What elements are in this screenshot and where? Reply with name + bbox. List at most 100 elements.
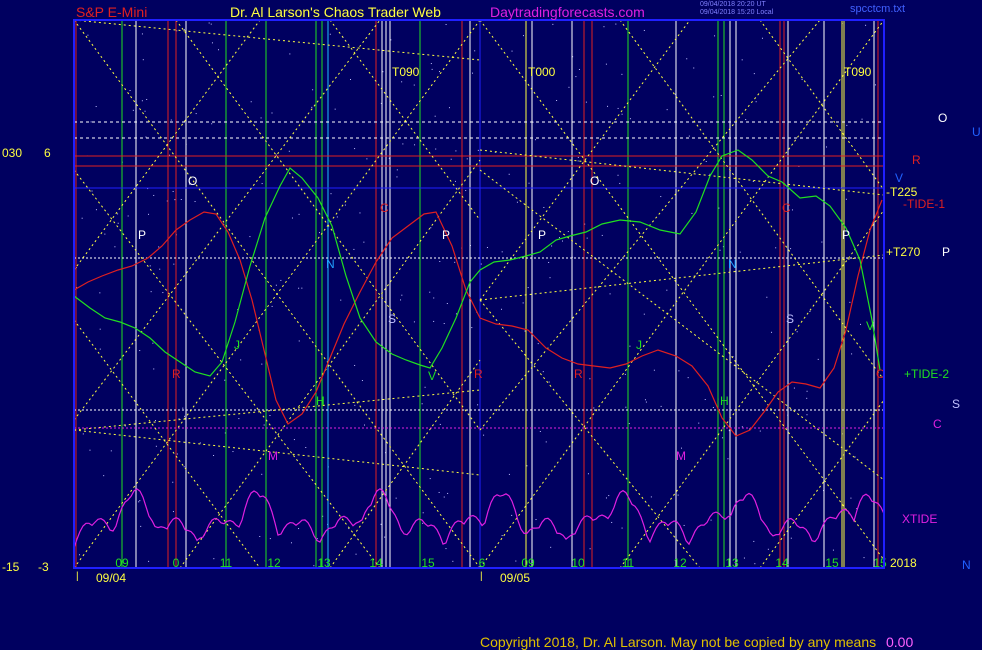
star-dot (601, 234, 603, 236)
star-dot (515, 560, 517, 562)
star-dot (466, 158, 468, 160)
star-dot (438, 71, 440, 73)
star-dot (139, 350, 141, 352)
star-dot (522, 35, 524, 37)
planet-marker-label: T000 (528, 65, 556, 79)
star-dot (704, 399, 706, 401)
star-dot (710, 519, 712, 521)
star-dot (211, 123, 213, 125)
star-dot (551, 245, 553, 247)
star-dot (666, 109, 668, 111)
star-dot (666, 289, 668, 291)
star-dot (850, 497, 852, 499)
planet-marker-label: P (442, 228, 450, 242)
star-dot (851, 353, 853, 355)
star-dot (480, 263, 482, 265)
star-dot (172, 190, 174, 192)
star-dot (402, 143, 404, 145)
star-dot (719, 249, 721, 251)
star-dot (501, 535, 503, 537)
star-dot (447, 492, 449, 494)
star-dot (446, 303, 448, 305)
star-dot (269, 415, 271, 417)
planet-marker-label: J (636, 338, 642, 352)
planet-marker-label: M (676, 449, 686, 463)
star-dot (330, 193, 332, 195)
planet-marker-label: O (590, 174, 599, 188)
right-series-label: +T270 (886, 245, 921, 259)
star-dot (516, 201, 518, 203)
y-axis-label-left: -3 (38, 560, 49, 574)
star-dot (421, 403, 423, 405)
star-dot (617, 174, 619, 176)
star-dot (183, 466, 185, 468)
star-dot (832, 549, 834, 551)
planet-marker-label: T090 (844, 65, 872, 79)
star-dot (141, 33, 143, 35)
star-dot (145, 136, 147, 138)
data-file-name: spcctcm.txt (850, 3, 906, 15)
star-dot (319, 232, 321, 234)
star-dot (754, 563, 756, 565)
star-dot (443, 323, 445, 325)
star-dot (567, 231, 569, 233)
x-date-label: 09/05 (500, 571, 530, 585)
star-dot (430, 63, 432, 65)
copyright-notice: Copyright 2018, Dr. Al Larson. May not b… (480, 634, 877, 650)
star-dot (396, 169, 398, 171)
star-dot (240, 359, 242, 361)
star-dot (501, 251, 503, 253)
star-dot (693, 67, 695, 69)
star-dot (280, 279, 282, 281)
star-dot (537, 343, 539, 345)
star-dot (745, 119, 747, 121)
planet-marker-label: P (138, 228, 146, 242)
star-dot (148, 560, 150, 562)
right-series-label: V (895, 171, 903, 185)
star-dot (826, 146, 828, 148)
star-dot (260, 117, 262, 119)
star-dot (577, 156, 579, 158)
star-dot (644, 399, 646, 401)
star-dot (91, 190, 93, 192)
chaos-chart: 030 6-15 -3 09 0 11 12 13 14 15 6 09 10 11 12 13 14 15 150… (2, 19, 981, 585)
planet-marker-label: C (380, 201, 389, 215)
planet-marker-label: J (234, 338, 240, 352)
star-dot (465, 190, 467, 192)
star-dot (448, 107, 450, 109)
star-dot (117, 213, 119, 215)
planet-marker-label: R (474, 367, 483, 381)
star-dot (585, 101, 587, 103)
star-dot (154, 420, 156, 422)
star-dot (180, 199, 182, 201)
star-dot (821, 241, 823, 243)
star-dot (849, 301, 851, 303)
star-dot (621, 113, 623, 115)
grid-diagonal-line (479, 19, 885, 569)
star-dot (539, 430, 541, 432)
star-dot (801, 79, 803, 81)
year-label: 2018 (890, 556, 917, 570)
star-dot (628, 423, 630, 425)
grid-diagonal-line (479, 19, 885, 561)
star-dot (329, 33, 331, 35)
star-dot (713, 96, 715, 98)
star-dot (127, 215, 129, 217)
star-dot (313, 565, 315, 567)
grid-diagonal-line (479, 299, 701, 569)
star-dot (261, 363, 263, 365)
star-dot (561, 240, 563, 242)
star-dot (298, 213, 300, 215)
planet-marker-label: M (268, 449, 278, 463)
star-dot (150, 291, 152, 293)
star-dot (117, 222, 119, 224)
star-dot (522, 302, 524, 304)
tide-1-line (73, 199, 883, 437)
star-dot (232, 451, 234, 453)
grid-diagonal-line (329, 19, 481, 221)
star-dot (159, 268, 161, 270)
star-dot (298, 287, 300, 289)
planet-marker-label: P (842, 228, 850, 242)
site-link[interactable]: Daytradingforecasts.com (490, 4, 645, 20)
star-dot (593, 407, 595, 409)
